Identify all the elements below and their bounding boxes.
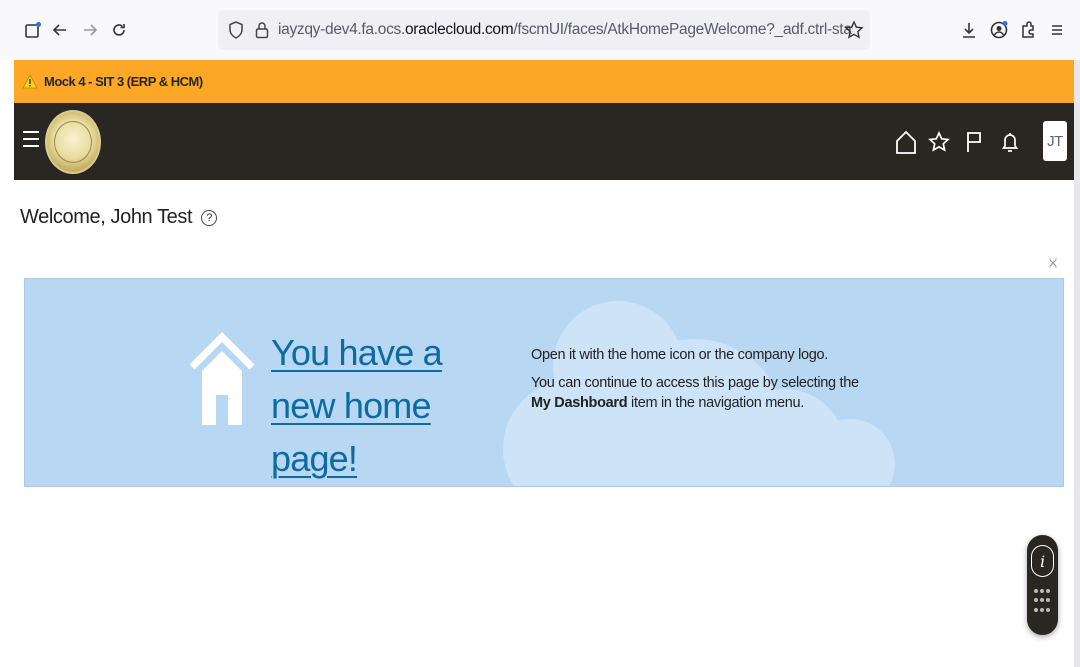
new-home-page-banner: You have a new home page! Open it with t… bbox=[24, 278, 1064, 487]
navigator-menu-icon[interactable] bbox=[23, 131, 39, 151]
environment-banner: Mock 4 - SIT 3 (ERP & HCM) bbox=[14, 60, 1080, 103]
bookmark-star-icon[interactable] bbox=[844, 20, 864, 40]
tracking-shield-icon[interactable] bbox=[226, 20, 246, 40]
reload-icon[interactable] bbox=[105, 16, 133, 44]
browser-toolbar: iayzqy-dev4.fa.ocs.oraclecloud.com/fscmU… bbox=[0, 0, 1080, 60]
downloads-icon[interactable] bbox=[955, 16, 983, 44]
apps-grid-icon[interactable] bbox=[1034, 589, 1051, 615]
close-icon[interactable] bbox=[1047, 257, 1059, 269]
app-header: JT bbox=[14, 103, 1080, 180]
company-logo[interactable] bbox=[45, 110, 101, 174]
recent-items-flag-icon[interactable] bbox=[961, 128, 987, 156]
banner-line-2: You can continue to access this page by … bbox=[531, 375, 859, 411]
account-icon[interactable] bbox=[985, 16, 1013, 44]
sidebar-toggle-icon[interactable] bbox=[19, 16, 47, 44]
warning-icon bbox=[22, 73, 38, 88]
app-menu-icon[interactable] bbox=[1043, 16, 1071, 44]
welcome-text: Welcome, John Test bbox=[20, 206, 193, 228]
page-title: Welcome, John Test ? bbox=[20, 206, 218, 229]
user-avatar[interactable]: JT bbox=[1043, 121, 1067, 161]
floating-action-widget: i bbox=[1027, 535, 1058, 635]
scrollbar[interactable] bbox=[1074, 60, 1080, 667]
banner-description: Open it with the home icon or the compan… bbox=[531, 345, 861, 421]
info-icon[interactable]: i bbox=[1031, 545, 1054, 577]
address-bar[interactable]: iayzqy-dev4.fa.ocs.oraclecloud.com/fscmU… bbox=[218, 10, 870, 50]
back-icon[interactable] bbox=[46, 16, 74, 44]
banner-line-1: Open it with the home icon or the compan… bbox=[531, 347, 829, 363]
favorites-star-icon[interactable] bbox=[926, 128, 952, 156]
notifications-bell-icon[interactable] bbox=[997, 128, 1023, 156]
help-icon[interactable]: ? bbox=[201, 209, 218, 226]
forward-icon[interactable] bbox=[76, 16, 104, 44]
house-icon bbox=[190, 332, 254, 425]
new-home-page-link[interactable]: You have a new home page! bbox=[271, 326, 511, 485]
home-icon[interactable] bbox=[893, 128, 919, 156]
url-text: iayzqy-dev4.fa.ocs.oraclecloud.com/fscmU… bbox=[278, 21, 853, 38]
environment-label: Mock 4 - SIT 3 (ERP & HCM) bbox=[44, 74, 203, 89]
lock-icon[interactable] bbox=[252, 20, 272, 40]
extensions-icon[interactable] bbox=[1014, 16, 1042, 44]
